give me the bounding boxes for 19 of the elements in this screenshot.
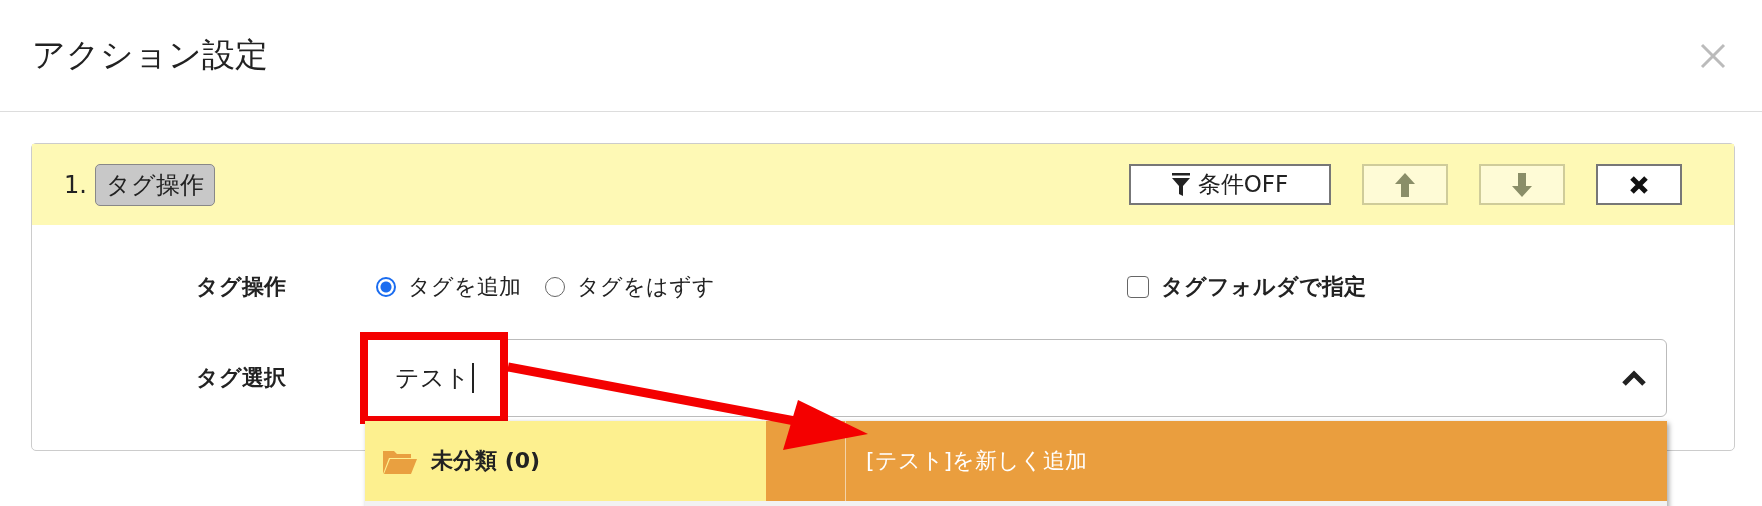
arrow-up-icon: [1395, 172, 1415, 197]
arrow-down-icon: [1512, 172, 1532, 197]
folder-item[interactable]: 未分類 (0): [365, 421, 766, 501]
condition-button[interactable]: 条件OFF: [1129, 164, 1331, 205]
field-label: タグ選択: [196, 364, 287, 392]
delete-icon: [1629, 174, 1649, 195]
delete-button[interactable]: [1596, 164, 1682, 205]
chevron-up-icon: [1622, 370, 1646, 386]
folder-icon: [383, 448, 417, 474]
radio-label: タグをはずす: [577, 273, 715, 301]
field-label: タグ操作: [196, 273, 287, 301]
dialog-title: アクション設定: [32, 34, 268, 76]
action-type-badge: タグ操作: [94, 163, 215, 206]
action-number: 1.: [64, 170, 87, 199]
radio-label: タグを追加: [408, 273, 521, 301]
checkbox[interactable]: [1127, 276, 1149, 298]
radio-button[interactable]: [376, 277, 396, 297]
filter-icon: [1171, 172, 1190, 197]
checkbox-label: タグフォルダで指定: [1161, 273, 1366, 301]
